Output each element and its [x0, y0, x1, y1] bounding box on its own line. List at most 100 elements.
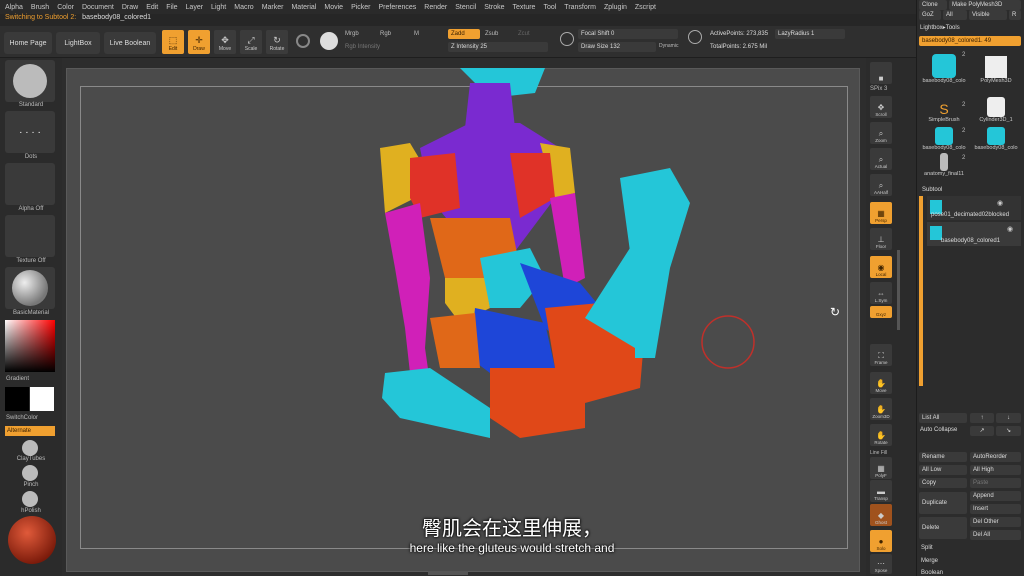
subtool-header[interactable]: Subtool [922, 187, 942, 193]
zsub-toggle[interactable]: Zsub [485, 31, 498, 37]
mrgb-toggle[interactable]: Mrgb [345, 31, 359, 37]
claytubes-brush-icon[interactable] [22, 440, 38, 456]
lightbox-tools-label[interactable]: Lightbox▸Tools [920, 24, 960, 31]
scroll-button[interactable]: ✥ Scroll [870, 96, 892, 118]
live-boolean-button[interactable]: Live Boolean [104, 32, 156, 54]
list-all-button[interactable]: List All [919, 413, 967, 423]
r-button[interactable]: R [1009, 10, 1021, 20]
all-button[interactable]: All [943, 10, 967, 20]
move-down-button[interactable]: ↓ [996, 413, 1021, 423]
move-view-button[interactable]: ✋ Move [870, 372, 892, 394]
collapse-arrow-button-2[interactable]: ↘ [996, 426, 1021, 436]
transp-button[interactable]: ▬ Transp [870, 480, 892, 502]
subtool-item-1[interactable]: pose01_decimated02blocked ◉ [927, 196, 1021, 220]
polyf-button[interactable]: ▦ PolyF [870, 457, 892, 479]
menu-zscript[interactable]: Zscript [635, 4, 656, 11]
menu-light[interactable]: Light [211, 4, 226, 11]
menu-file[interactable]: File [166, 4, 177, 11]
persp-button[interactable]: ▦ Persp [870, 202, 892, 224]
collapse-arrow-button[interactable]: ↗ [970, 426, 994, 436]
right-shelf-scrollbar[interactable] [897, 250, 900, 330]
menu-edit[interactable]: Edit [146, 4, 158, 11]
lazy-radius-slider[interactable]: LazyRadius 1 [775, 29, 845, 39]
menu-draw[interactable]: Draw [122, 4, 138, 11]
menu-stroke[interactable]: Stroke [484, 4, 504, 11]
scale-button[interactable]: ⤢ Scale [240, 30, 262, 54]
rgb-intensity-slider[interactable]: Rgb Intensity [345, 44, 380, 50]
local-button[interactable]: ◉ Local [870, 256, 892, 278]
focal-shift-slider[interactable]: Focal Shift 0 [578, 29, 678, 39]
alpha-picker[interactable] [5, 163, 55, 205]
menu-transform[interactable]: Transform [564, 4, 596, 11]
subtool-item-2[interactable]: basebody08_colored1 ◉ [927, 222, 1021, 246]
hpolish-brush-icon[interactable] [22, 491, 38, 507]
move-up-button[interactable]: ↑ [970, 413, 994, 423]
make-polymesh-button[interactable]: Make PolyMesh3D [949, 0, 1021, 10]
lsym-button[interactable]: ⇔ L.Sym [870, 282, 892, 304]
append-button[interactable]: Append [970, 491, 1021, 501]
lightbox-button[interactable]: LightBox [56, 32, 100, 54]
z-intensity-slider[interactable]: Z Intensity 25 [448, 42, 548, 52]
menu-material[interactable]: Material [291, 4, 316, 11]
zcut-toggle[interactable]: Zcut [518, 31, 530, 37]
duplicate-button[interactable]: Duplicate [919, 492, 967, 514]
merge-section[interactable]: Merge [921, 558, 938, 564]
menu-picker[interactable]: Picker [351, 4, 370, 11]
boolean-section[interactable]: Boolean [921, 570, 943, 576]
main-color-swatch[interactable] [30, 387, 54, 411]
draw-size-slider[interactable]: Draw Size 132 [578, 42, 656, 52]
floor-button[interactable]: ⊥ Floor [870, 228, 892, 250]
clone-button[interactable]: Clone [919, 0, 947, 10]
draw-button[interactable]: ✛ Draw [188, 30, 210, 54]
menu-color[interactable]: Color [57, 4, 74, 11]
menu-brush[interactable]: Brush [31, 4, 49, 11]
menu-movie[interactable]: Movie [324, 4, 343, 11]
goz-button[interactable]: GoZ [919, 10, 941, 20]
visible-button[interactable]: Visible [969, 10, 1007, 20]
gxyz-button[interactable]: Gxyz [870, 306, 892, 318]
autoreorder-button[interactable]: AutoReorder [970, 452, 1021, 462]
menu-marker[interactable]: Marker [262, 4, 284, 11]
menu-document[interactable]: Document [82, 4, 114, 11]
eye-icon[interactable]: ◉ [997, 199, 1003, 207]
secondary-color-swatch[interactable] [5, 387, 29, 411]
stroke-picker[interactable]: · · · · [5, 111, 55, 153]
zadd-toggle[interactable]: Zadd [448, 29, 480, 39]
aahalf-button[interactable]: ⌕ AAHalf [870, 174, 892, 196]
zoom3d-button[interactable]: ✋ Zoom3D [870, 398, 892, 420]
subtool-scrollbar[interactable] [919, 196, 923, 386]
menu-render[interactable]: Render [424, 4, 447, 11]
sphere-icon[interactable] [296, 34, 310, 48]
dynamic-toggle[interactable]: Dynamic [659, 43, 678, 49]
menu-stencil[interactable]: Stencil [455, 4, 476, 11]
menu-zplugin[interactable]: Zplugin [604, 4, 627, 11]
eye-icon[interactable]: ◉ [1007, 225, 1013, 233]
copy-button[interactable]: Copy [919, 478, 967, 488]
m-toggle[interactable]: M [414, 31, 419, 37]
tool-thumb-basebody08-3[interactable]: basebody08_colo [971, 117, 1021, 151]
menu-layer[interactable]: Layer [186, 4, 204, 11]
xpose-button[interactable]: ⋯ Xpose [870, 554, 892, 574]
switch-color-button[interactable]: SwitchColor [0, 415, 62, 421]
rotate-button[interactable]: ↻ Rotate [266, 30, 288, 54]
auto-collapse-toggle[interactable]: Auto Collapse [920, 427, 957, 433]
move-button[interactable]: ✥ Move [214, 30, 236, 54]
menu-tool[interactable]: Tool [543, 4, 556, 11]
rename-button[interactable]: Rename [919, 452, 967, 462]
home-page-button[interactable]: Home Page [4, 32, 52, 54]
material-picker[interactable] [5, 267, 55, 309]
menu-preferences[interactable]: Preferences [379, 4, 417, 11]
edit-button[interactable]: ⬚ Edit [162, 30, 184, 54]
all-high-button[interactable]: All High [970, 465, 1021, 475]
rgb-toggle[interactable]: Rgb [380, 31, 391, 37]
color-picker[interactable] [5, 320, 55, 372]
rotate-view-button[interactable]: ✋ Rotate [870, 424, 892, 446]
spix-button[interactable]: ■ [870, 62, 892, 84]
paste-button[interactable]: Paste [970, 478, 1021, 488]
texture-picker[interactable] [5, 215, 55, 257]
actual-button[interactable]: ⌕ Actual [870, 148, 892, 170]
menu-alpha[interactable]: Alpha [5, 4, 23, 11]
menu-macro[interactable]: Macro [234, 4, 253, 11]
frame-button[interactable]: ⛶ Frame [870, 344, 892, 366]
material-swirl-icon[interactable] [320, 32, 338, 50]
